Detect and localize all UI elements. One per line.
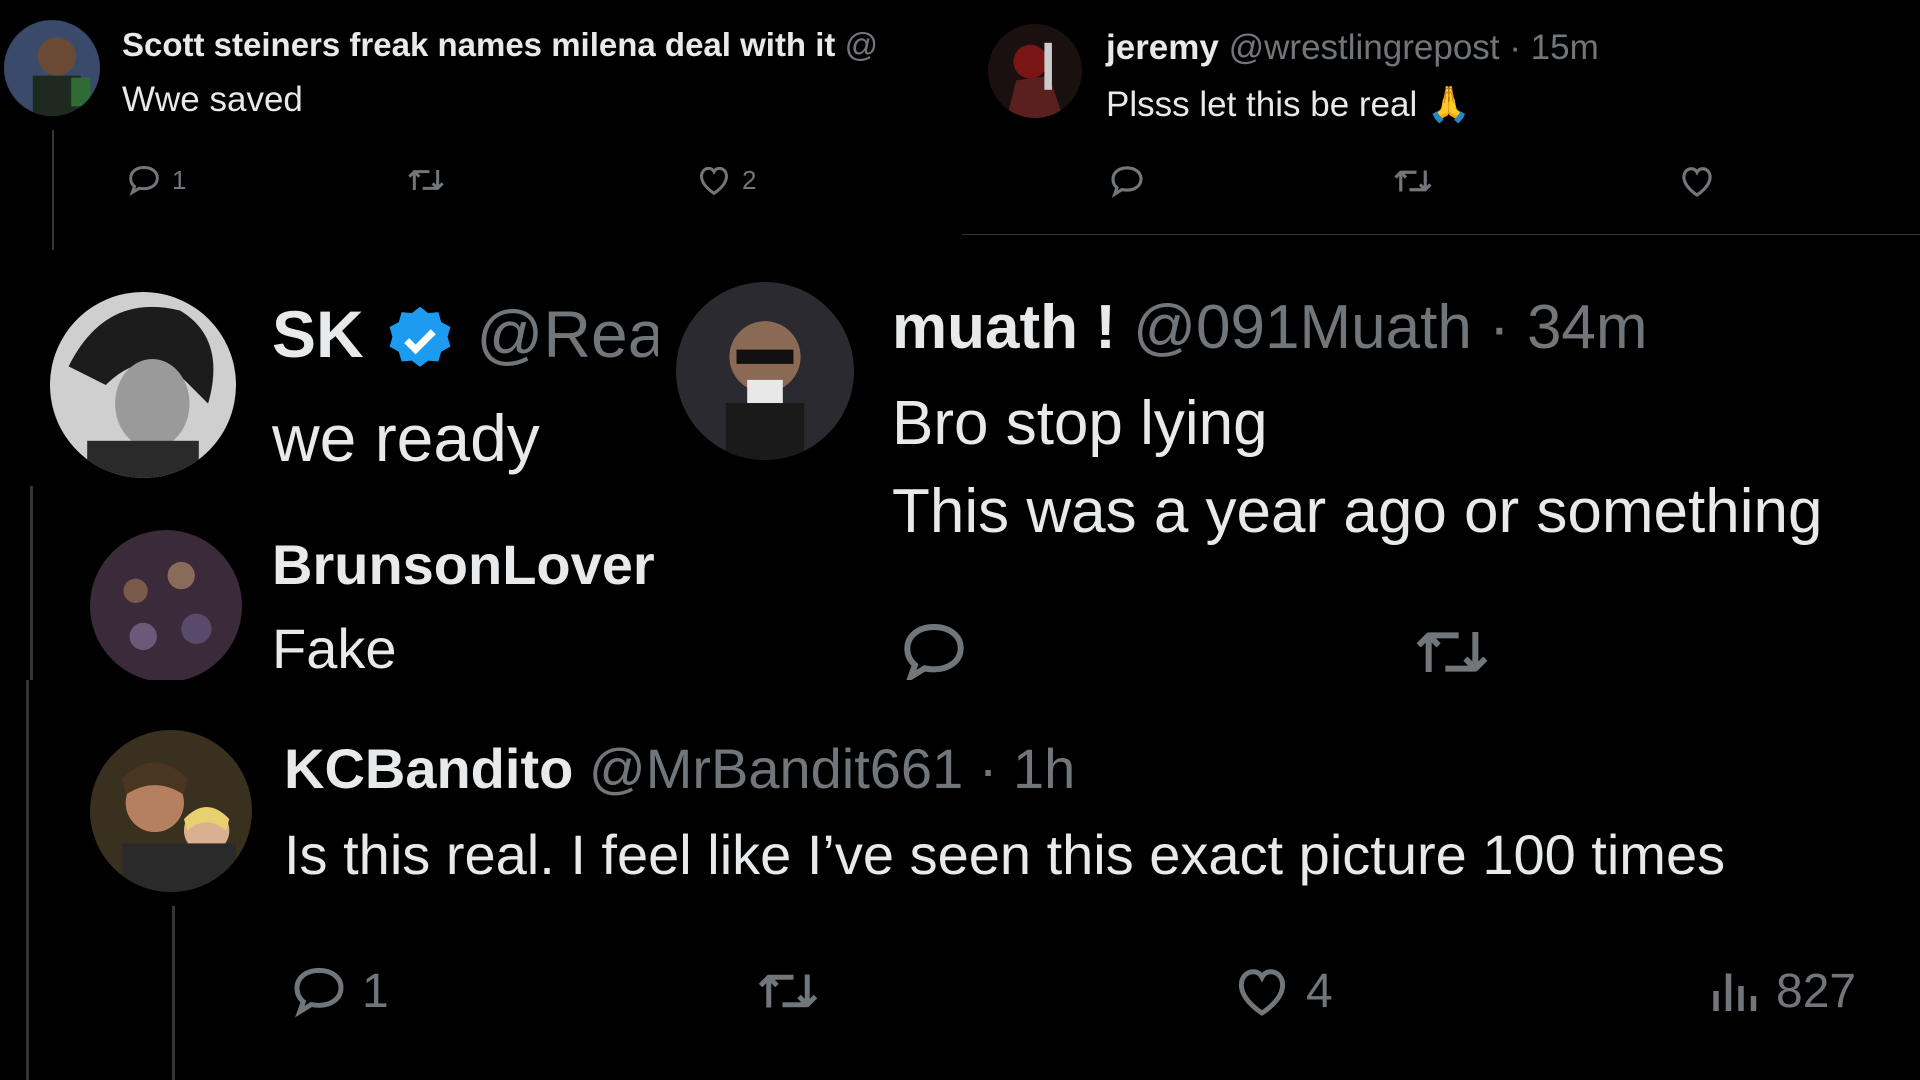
tweet-text: Is this real. I feel like I’ve seen this…	[284, 823, 1726, 886]
divider	[962, 234, 1920, 235]
like-count: 4	[1306, 964, 1333, 1018]
tweet-header: muath ! @091Muath · 34m	[892, 292, 1648, 363]
avatar-image	[4, 20, 100, 116]
tweet-text-line2: This was a year ago or something	[892, 477, 1823, 546]
display-name[interactable]: jeremy	[1106, 28, 1219, 67]
handle[interactable]: @Rea	[476, 297, 658, 371]
avatar[interactable]	[90, 730, 252, 892]
tweet-header: Scott steiners freak names milena deal w…	[122, 26, 878, 64]
like-button[interactable]	[1676, 160, 1718, 202]
reply-button[interactable]	[1106, 160, 1148, 202]
views-button[interactable]: 827	[1706, 958, 1856, 1024]
handle[interactable]: @	[845, 26, 879, 63]
reply-header: BrunsonLover	[272, 532, 655, 597]
reply-count: 1	[362, 964, 389, 1018]
display-name[interactable]: Scott steiners freak names milena deal w…	[122, 26, 835, 63]
tweet-kcbandito: KCBandito @MrBandit661 · 1h Is this real…	[0, 680, 1920, 1080]
praying-hands-emoji: 🙏	[1426, 85, 1471, 124]
reply-button[interactable]: 1	[124, 160, 186, 200]
verified-badge-icon	[389, 306, 451, 367]
reply-count: 1	[172, 164, 187, 195]
handle[interactable]: @091Muath	[1133, 293, 1472, 362]
avatar-image	[676, 282, 854, 460]
tweet-text-line1: Bro stop lying	[892, 389, 1268, 458]
tweet-scott: Scott steiners freak names milena deal w…	[0, 0, 962, 250]
tweet-sk-thread: SK @Rea we ready BrunsonLover Fake	[0, 254, 658, 680]
separator: ·	[1509, 28, 1521, 67]
display-name[interactable]: BrunsonLover	[272, 533, 655, 596]
reply-icon	[129, 165, 159, 197]
like-button[interactable]: 4	[1228, 958, 1333, 1024]
avatar[interactable]	[988, 24, 1082, 118]
reply-icon	[294, 967, 344, 1018]
separator: ·	[1489, 293, 1510, 362]
avatar-image	[50, 292, 236, 478]
retweet-icon	[758, 974, 818, 1008]
retweet-button[interactable]	[1390, 160, 1436, 202]
like-icon	[1238, 969, 1286, 1016]
like-button[interactable]: 2	[694, 160, 756, 200]
like-icon	[1682, 167, 1712, 197]
retweet-icon	[1416, 632, 1488, 672]
reply-icon	[904, 623, 964, 680]
thread-line	[26, 680, 29, 1080]
view-count: 827	[1776, 964, 1857, 1018]
tweet-text: Plsss let this be real	[1106, 85, 1418, 124]
tweet-header: KCBandito @MrBandit661 · 1h	[284, 736, 1075, 801]
reply-icon	[1111, 166, 1143, 198]
thread-line	[172, 906, 175, 1080]
reply-button[interactable]	[894, 612, 974, 680]
tweet-text-row: Plsss let this be real 🙏	[1106, 84, 1471, 125]
thread-line	[30, 486, 33, 680]
timestamp[interactable]: 1h	[1013, 737, 1075, 800]
retweet-icon	[1394, 170, 1432, 192]
avatar[interactable]	[4, 20, 100, 116]
avatar-image	[988, 24, 1082, 118]
handle[interactable]: @MrBandit661	[589, 737, 963, 800]
avatar-image	[90, 730, 252, 892]
tweet-header: jeremy @wrestlingrepost · 15m	[1106, 28, 1599, 68]
timestamp[interactable]: 34m	[1527, 293, 1648, 362]
display-name[interactable]: SK	[272, 297, 364, 371]
thread-line	[52, 130, 54, 250]
separator: ·	[978, 737, 998, 800]
views-icon	[1713, 973, 1757, 1011]
tweet-muath: muath ! @091Muath · 34m Bro stop lying T…	[658, 254, 1920, 680]
display-name[interactable]: muath !	[892, 293, 1116, 362]
tweet-jeremy: jeremy @wrestlingrepost · 15m Plsss let …	[962, 0, 1920, 236]
tweet-header: SK @Rea	[272, 296, 658, 378]
tweet-text: we ready	[272, 401, 540, 475]
avatar[interactable]	[50, 292, 236, 478]
avatar[interactable]	[676, 282, 854, 460]
display-name[interactable]: KCBandito	[284, 737, 573, 800]
timestamp[interactable]: 15m	[1531, 28, 1599, 67]
like-icon	[699, 166, 729, 196]
like-count: 2	[742, 164, 757, 195]
retweet-button[interactable]	[1408, 612, 1496, 680]
retweet-icon	[408, 170, 444, 190]
tweet-text: Wwe saved	[122, 80, 303, 119]
tweet-text: Fake	[272, 617, 397, 680]
retweet-button[interactable]	[752, 958, 824, 1024]
avatar-image	[90, 530, 242, 680]
retweet-button[interactable]	[404, 160, 448, 200]
handle[interactable]: @wrestlingrepost	[1229, 28, 1500, 67]
reply-button[interactable]: 1	[286, 958, 389, 1024]
avatar[interactable]	[90, 530, 242, 680]
